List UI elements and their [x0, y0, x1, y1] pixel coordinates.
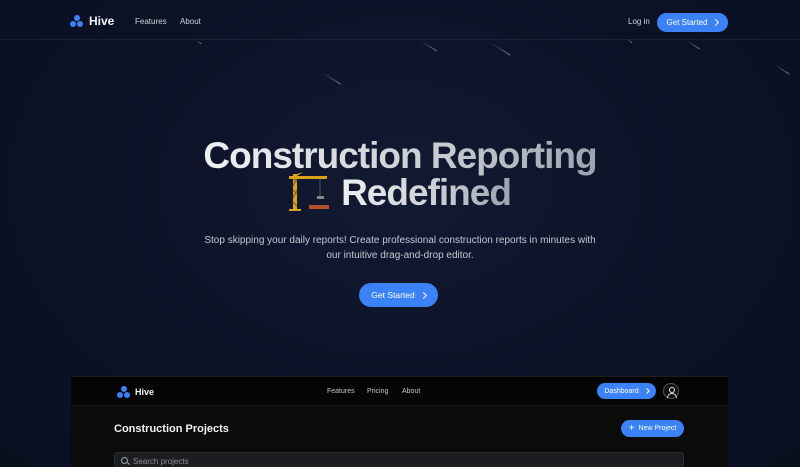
light-streak — [419, 40, 438, 52]
nav-link-about[interactable]: About — [180, 17, 201, 26]
get-started-label: Get Started — [666, 18, 708, 27]
light-streak — [489, 42, 511, 56]
new-project-label: New Project — [638, 425, 677, 432]
light-streak — [321, 72, 341, 85]
light-streak — [773, 64, 790, 75]
new-project-button[interactable]: + New Project — [621, 420, 684, 437]
light-streak — [685, 40, 700, 50]
hero-title-line2: Redefined — [341, 172, 512, 213]
app-preview: Hive Features Pricing About Dashboard Co… — [71, 376, 728, 467]
preview-nav-pricing[interactable]: Pricing — [367, 388, 388, 395]
plus-icon: + — [628, 422, 635, 434]
page-title: Construction Projects — [114, 423, 229, 435]
chevron-right-icon — [643, 388, 650, 394]
search-placeholder: Search projects — [133, 457, 189, 466]
light-streak — [195, 40, 202, 45]
hive-logo-icon — [70, 15, 83, 27]
preview-nav-about[interactable]: About — [402, 388, 420, 395]
user-avatar-icon[interactable] — [663, 383, 679, 399]
dashboard-label: Dashboard — [604, 387, 639, 395]
hero-subtitle: Stop skipping your daily reports! Create… — [204, 235, 596, 261]
preview-brand-name: Hive — [135, 387, 155, 397]
hive-logo-icon — [117, 386, 130, 398]
top-navbar: Hive Features About Log in Get Started — [0, 0, 800, 40]
nav-link-features[interactable]: Features — [135, 17, 167, 26]
chevron-right-icon — [419, 291, 427, 299]
hero-get-started-label: Get Started — [371, 290, 415, 300]
chevron-right-icon — [712, 18, 720, 27]
preview-brand-logo[interactable]: Hive — [117, 386, 154, 398]
hero-title-line1: Construction Reporting — [203, 135, 597, 176]
search-input[interactable]: Search projects — [114, 452, 684, 467]
dashboard-button[interactable]: Dashboard — [597, 383, 656, 399]
preview-navbar: Hive Features Pricing About Dashboard — [71, 377, 728, 406]
login-link[interactable]: Log in — [628, 17, 650, 26]
search-icon — [121, 457, 128, 464]
brand-name: Hive — [89, 14, 115, 28]
brand-logo[interactable]: Hive — [70, 14, 114, 28]
get-started-button[interactable]: Get Started — [657, 13, 728, 32]
preview-nav-features[interactable]: Features — [327, 388, 355, 395]
hero-get-started-button[interactable]: Get Started — [359, 283, 438, 307]
